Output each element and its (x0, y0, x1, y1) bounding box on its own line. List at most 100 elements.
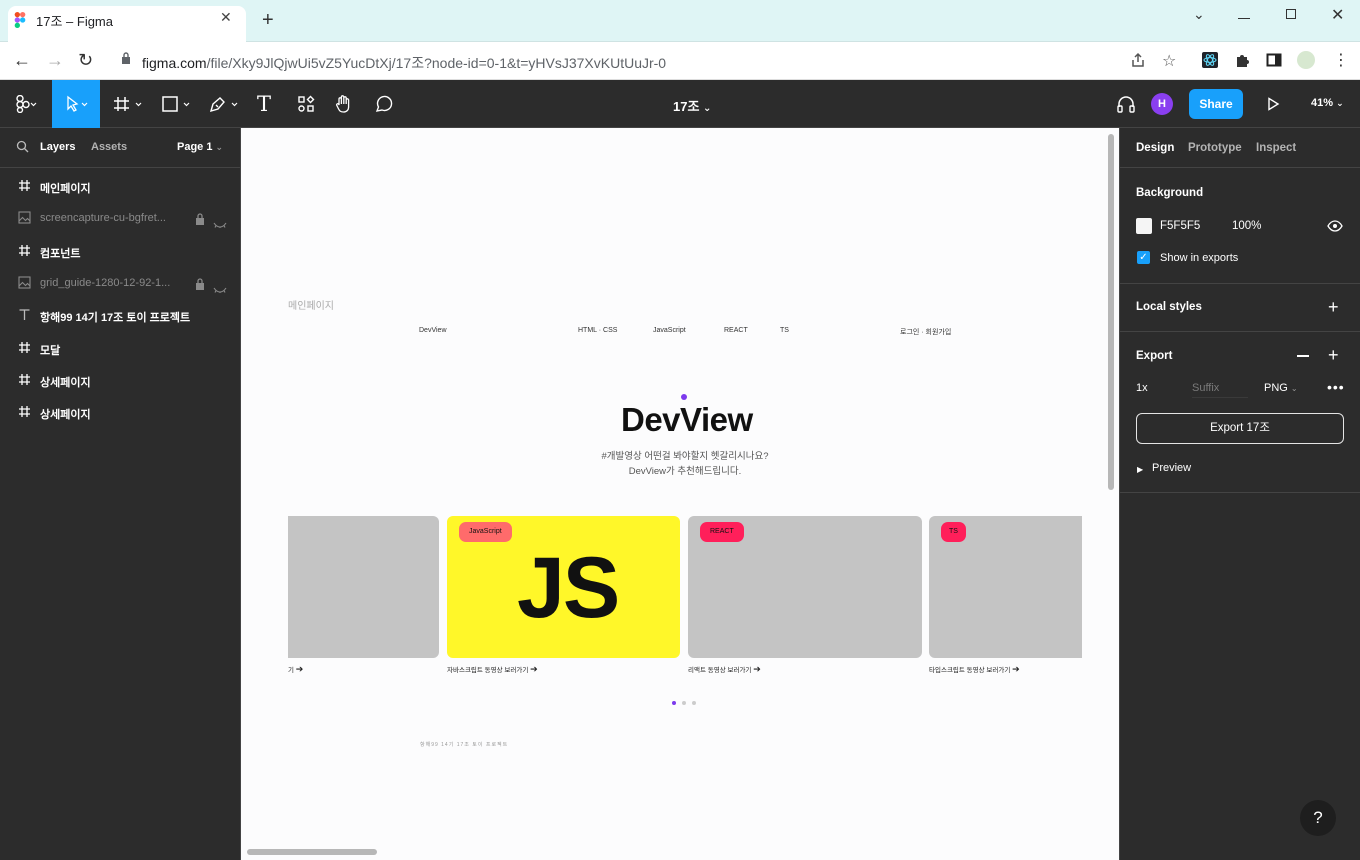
vertical-scrollbar[interactable] (1108, 134, 1114, 490)
minimize-icon[interactable] (1238, 18, 1250, 19)
show-in-exports-checkbox[interactable]: ✓ (1137, 251, 1150, 264)
url-path: /file/Xky9JlQjwUi5vZ5YucDtXj/17조?node-id… (206, 55, 667, 71)
background-color-swatch[interactable] (1136, 218, 1152, 234)
url-field[interactable]: figma.com/file/Xky9JlQjwUi5vZ5YucDtXj/17… (142, 53, 666, 73)
move-tool[interactable] (52, 80, 100, 128)
local-styles-title: Local styles (1136, 301, 1202, 313)
carousel-dot (692, 701, 696, 705)
background-opacity-input[interactable]: 100% (1232, 220, 1261, 232)
share-page-icon[interactable] (1130, 52, 1146, 68)
carousel-dot-active (672, 701, 676, 705)
tab-layers[interactable]: Layers (40, 141, 75, 153)
add-export-plus-icon[interactable]: + (1328, 345, 1339, 366)
bookmark-star-icon[interactable]: ☆ (1162, 51, 1176, 71)
tagline-line-2: DevView가 추천해드립니다. (628, 466, 742, 477)
frame-label[interactable]: 메인페이지 (288, 297, 334, 312)
layer-row[interactable]: 모달 (0, 332, 241, 364)
side-panel-icon[interactable] (1266, 52, 1282, 68)
extensions-puzzle-icon[interactable] (1234, 52, 1250, 68)
frame-hash-icon (114, 97, 142, 111)
preview-caret-right-icon[interactable]: ▶ (1137, 465, 1143, 474)
tab-assets[interactable]: Assets (91, 141, 127, 153)
background-hex-input[interactable]: F5F5F5 (1160, 220, 1200, 232)
horizontal-scrollbar[interactable] (247, 849, 377, 855)
eye-visibility-icon[interactable] (1327, 220, 1343, 232)
present-play-icon[interactable] (1266, 97, 1280, 111)
figma-logo-icon (16, 95, 37, 113)
resources-tool[interactable] (292, 80, 320, 128)
text-tool-icon[interactable]: T (250, 80, 278, 128)
forward-icon[interactable]: → (46, 50, 64, 71)
layer-row[interactable]: 상세페이지 (0, 364, 241, 396)
tab-inspect[interactable]: Inspect (1256, 142, 1296, 154)
search-icon[interactable] (16, 140, 29, 153)
nav-item-ts: TS (780, 327, 789, 334)
export-suffix-input[interactable]: Suffix (1192, 382, 1248, 398)
nav-item-react: REACT (724, 327, 748, 334)
tab-design[interactable]: Design (1136, 142, 1174, 154)
profile-avatar[interactable] (1297, 51, 1315, 69)
hidden-eye-closed-icon[interactable] (213, 215, 227, 229)
shape-tool[interactable] (156, 80, 196, 128)
arrow-right-icon: ➔ (753, 664, 761, 674)
share-button[interactable]: Share (1189, 89, 1243, 119)
layer-name: screencapture-cu-bgfret... (40, 212, 166, 225)
tab-search-icon[interactable]: ⌄ (1193, 6, 1205, 23)
export-scale-select[interactable]: 1x (1136, 382, 1148, 394)
arrow-right-icon: ➔ (1012, 664, 1020, 674)
react-devtools-icon[interactable] (1202, 52, 1218, 68)
new-tab-button[interactable]: + (262, 10, 274, 30)
pen-tool[interactable] (204, 80, 244, 128)
text-t-icon (18, 308, 31, 321)
figma-favicon-icon (14, 12, 26, 28)
main-menu-button[interactable] (6, 80, 46, 128)
lock-icon[interactable] (195, 277, 205, 290)
badge-javascript: JavaScript (459, 522, 512, 542)
layer-name: grid_guide-1280-12-92-1... (40, 276, 171, 289)
tab-prototype[interactable]: Prototype (1188, 142, 1242, 154)
maximize-icon[interactable] (1286, 9, 1296, 19)
help-button[interactable]: ? (1300, 800, 1336, 836)
frame-tool[interactable] (108, 80, 148, 128)
close-window-icon[interactable]: ✕ (1331, 5, 1344, 25)
close-tab-icon[interactable]: ✕ (220, 9, 232, 26)
carousel-dot (682, 701, 686, 705)
export-button[interactable]: Export 17조 (1136, 413, 1344, 444)
preview-toggle[interactable]: Preview (1152, 462, 1191, 474)
frame-hash-icon (18, 179, 31, 192)
add-style-plus-icon[interactable]: + (1328, 297, 1339, 318)
js-big-text: JS (517, 540, 620, 636)
frame-hash-icon (18, 373, 31, 386)
layer-row[interactable]: grid_guide-1280-12-92-1... (0, 267, 241, 299)
layer-row[interactable]: 상세페이지 (0, 396, 241, 428)
zoom-menu[interactable]: 41% ⌄ (1311, 97, 1344, 109)
layer-row[interactable]: 메인페이지 (0, 170, 241, 202)
comment-tool[interactable] (370, 80, 398, 128)
card-caption: 리액트 동영상 보러가기 ➔ (688, 664, 761, 674)
hand-tool[interactable] (330, 80, 358, 128)
badge-react: REACT (700, 522, 744, 542)
layer-name: 컴포넌트 (40, 247, 81, 260)
user-avatar[interactable]: H (1151, 93, 1173, 115)
layer-name: 모달 (40, 344, 61, 357)
file-name-menu[interactable]: 17조 ⌄ (673, 96, 711, 115)
lock-icon[interactable] (195, 212, 205, 226)
badge-ts: TS (941, 522, 966, 542)
layer-row[interactable]: 컴포넌트 (0, 235, 241, 267)
hidden-eye-closed-icon[interactable] (213, 280, 227, 294)
layer-row[interactable]: screencapture-cu-bgfret... (0, 202, 241, 234)
show-in-exports-label: Show in exports (1160, 252, 1239, 264)
design-canvas[interactable] (241, 128, 1119, 860)
chevron-down-icon: ⌄ (703, 103, 712, 114)
cursor-arrow-icon (67, 95, 88, 112)
reload-icon[interactable]: ↻ (78, 50, 93, 71)
layer-row[interactable]: 항해99 14기 17조 토이 프로젝트 (0, 299, 241, 331)
audio-headphones-icon[interactable] (1116, 95, 1136, 113)
card-caption: 자바스크립트 동영상 보러가기 ➔ (447, 664, 538, 674)
back-icon[interactable]: ← (13, 50, 31, 71)
export-settings-more-icon[interactable]: ••• (1327, 379, 1345, 395)
remove-export-minus-icon[interactable] (1297, 355, 1309, 357)
browser-menu-icon[interactable]: ⋮ (1333, 50, 1349, 70)
page-selector[interactable]: Page 1 ⌄ (177, 141, 223, 153)
export-format-select[interactable]: PNG ⌄ (1264, 382, 1298, 394)
